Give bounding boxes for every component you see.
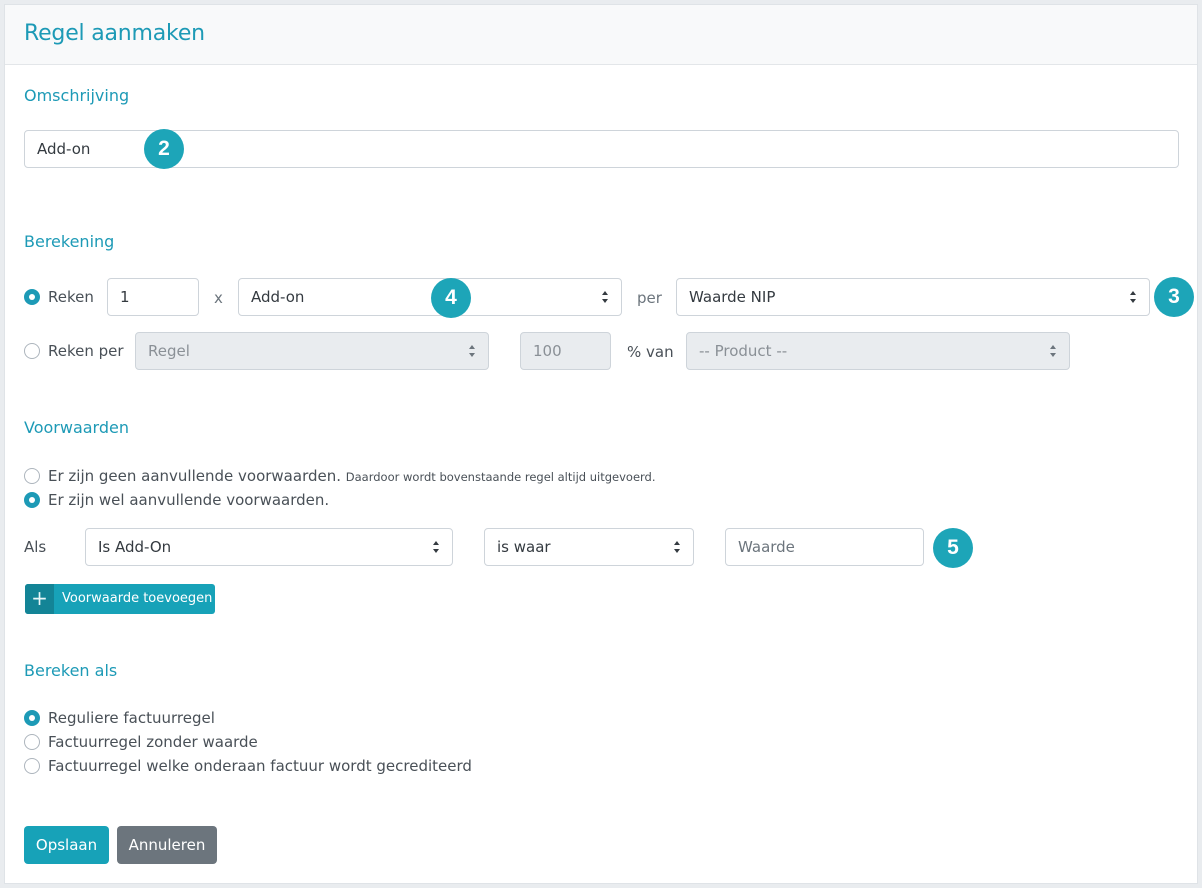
unit-select-value: Regel (148, 342, 190, 360)
conditions-label-none: Er zijn geen aanvullende voorwaarden. Da… (48, 466, 656, 487)
per-label: per (637, 289, 662, 307)
conditions-radio-none[interactable] (24, 468, 40, 484)
select-caret-icon (602, 291, 608, 303)
conditions-none-text: Er zijn geen aanvullende voorwaarden. (48, 467, 341, 485)
als-label: Als (24, 538, 47, 556)
percent-of-label: % van (627, 343, 674, 361)
conditions-none-note: Daardoor wordt bovenstaande regel altijd… (345, 470, 656, 484)
select-caret-icon (1130, 291, 1136, 303)
select-caret-icon (1050, 345, 1056, 357)
item-select[interactable]: Add-on (238, 278, 622, 316)
save-button[interactable]: Opslaan (24, 826, 109, 864)
condition-field-value: Is Add-On (98, 538, 172, 556)
section-title-voorwaarden: Voorwaarden (24, 418, 129, 437)
invoice-type-radio-credited[interactable] (24, 758, 40, 774)
invoice-type-radio-no-value[interactable] (24, 734, 40, 750)
section-title-bereken-als: Bereken als (24, 661, 118, 680)
invoice-type-label-regular: Reguliere factuurregel (48, 709, 215, 727)
annotation-badge-4: 4 (431, 278, 471, 318)
condition-operator-select[interactable]: is waar (484, 528, 694, 566)
invoice-type-label-credited: Factuurregel welke onderaan factuur word… (48, 757, 472, 775)
invoice-type-radio-regular[interactable] (24, 710, 40, 726)
annotation-badge-2: 2 (144, 129, 184, 169)
cancel-button[interactable]: Annuleren (117, 826, 217, 864)
plus-icon: + (25, 584, 54, 614)
calc-mode-label-reken-per: Reken per (48, 342, 124, 360)
select-caret-icon (433, 541, 439, 553)
quantity-input[interactable]: 1 (107, 278, 199, 316)
condition-operator-value: is waar (497, 538, 551, 556)
conditions-label-some: Er zijn wel aanvullende voorwaarden. (48, 491, 330, 509)
add-condition-label: Voorwaarde toevoegen (62, 591, 213, 606)
conditions-radio-some[interactable] (24, 492, 40, 508)
description-input[interactable]: Add-on (24, 130, 1179, 168)
card-header: Regel aanmaken (5, 5, 1197, 65)
condition-field-select[interactable]: Is Add-On (85, 528, 453, 566)
section-title-omschrijving: Omschrijving (24, 86, 130, 105)
per-select-value: Waarde NIP (689, 288, 776, 306)
section-title-berekening: Berekening (24, 232, 115, 251)
add-condition-button[interactable]: + Voorwaarde toevoegen (25, 584, 215, 614)
calc-mode-label-reken: Reken (48, 288, 94, 306)
times-label: x (214, 289, 223, 307)
product-select[interactable]: -- Product -- (686, 332, 1070, 370)
select-caret-icon (674, 541, 680, 553)
calc-mode-radio-reken[interactable] (24, 289, 40, 305)
calc-mode-radio-reken-per[interactable] (24, 343, 40, 359)
condition-value-input[interactable]: Waarde (725, 528, 924, 566)
annotation-badge-5: 5 (933, 528, 973, 568)
invoice-type-label-no-value: Factuurregel zonder waarde (48, 733, 258, 751)
unit-select[interactable]: Regel (135, 332, 489, 370)
per-select[interactable]: Waarde NIP (676, 278, 1150, 316)
item-select-value: Add-on (251, 288, 305, 306)
annotation-badge-3: 3 (1154, 277, 1194, 317)
select-caret-icon (469, 345, 475, 357)
percentage-input[interactable]: 100 (520, 332, 611, 370)
product-select-value: -- Product -- (699, 342, 788, 360)
page-title: Regel aanmaken (24, 21, 205, 46)
rule-form-card: Regel aanmaken Omschrijving Add-on 2 Ber… (4, 4, 1198, 884)
